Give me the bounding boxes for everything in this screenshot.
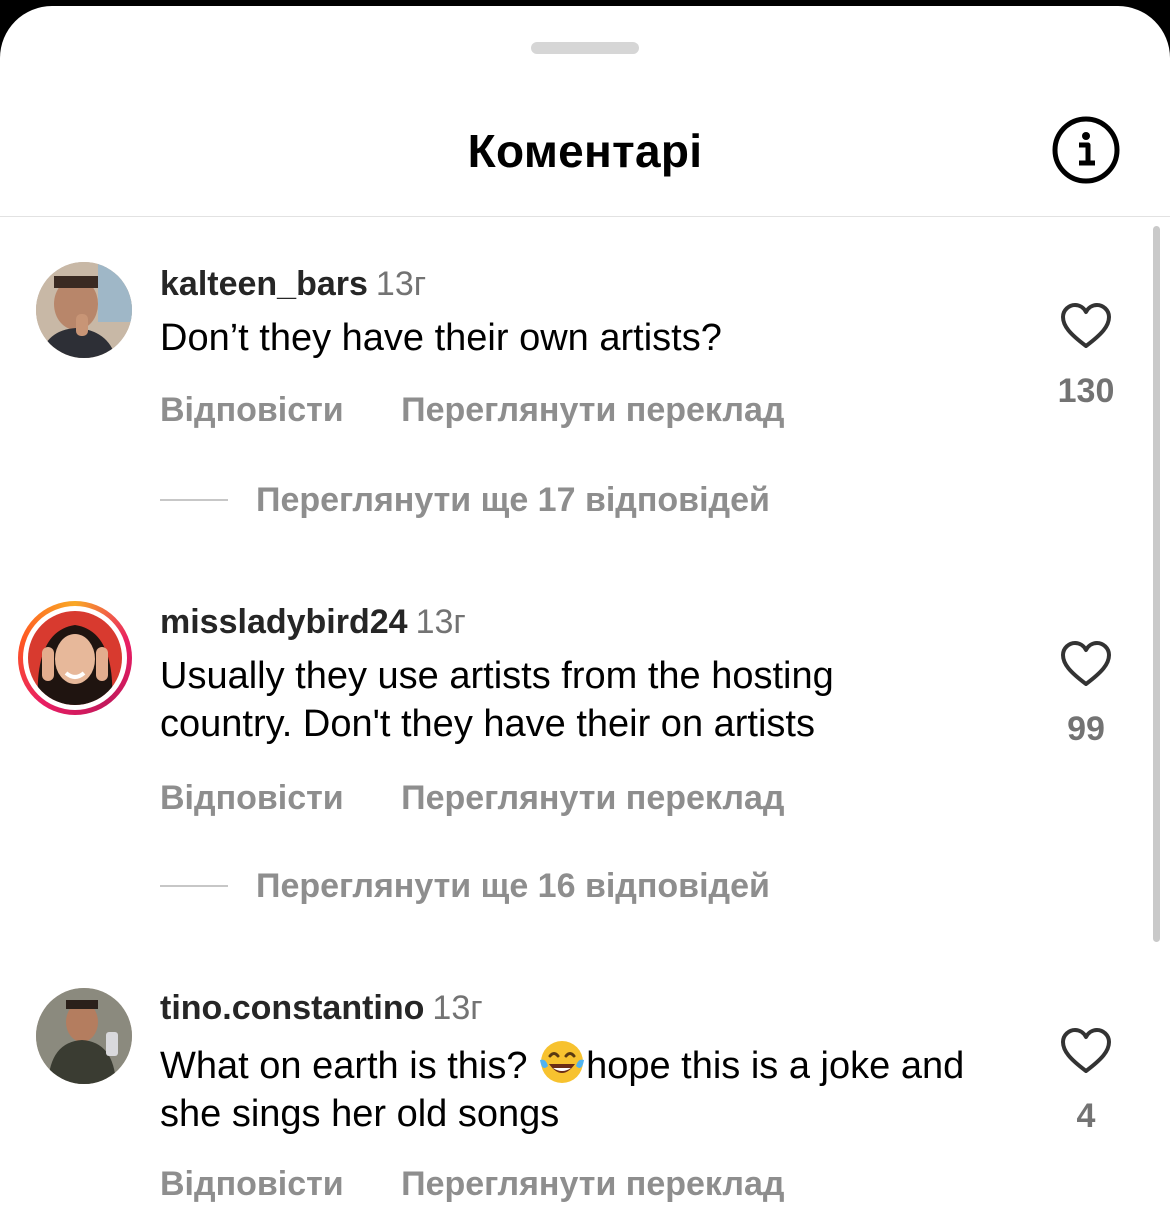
like-button[interactable]: 130 — [1048, 302, 1124, 411]
avatar[interactable] — [36, 988, 132, 1084]
view-replies-button[interactable]: Переглянути ще 16 відповідей — [160, 866, 770, 906]
reply-button[interactable]: Відповісти — [160, 779, 344, 817]
sheet-title: Коментарі — [467, 125, 703, 177]
username[interactable]: kalteen_bars — [160, 265, 368, 303]
avatar-photo — [36, 988, 132, 1084]
reply-button[interactable]: Відповісти — [160, 391, 344, 429]
translate-button[interactable]: Переглянути переклад — [401, 391, 784, 429]
comment-time: 13г — [432, 989, 483, 1027]
replies-line — [160, 885, 228, 887]
face-with-tears-of-joy-icon — [540, 1041, 585, 1083]
comment-actions: Відповісти Переглянути переклад — [160, 778, 832, 818]
comment-text: Don’t they have their own artists? — [160, 317, 722, 359]
drag-handle[interactable] — [531, 42, 639, 54]
comment-text-part: What on earth is this? — [160, 1045, 539, 1087]
like-button[interactable]: 99 — [1048, 640, 1124, 749]
scrollbar[interactable] — [1153, 226, 1160, 942]
comment-header: kalteen_bars 13г — [160, 264, 426, 304]
view-replies-button[interactable]: Переглянути ще 17 відповідей — [160, 480, 770, 520]
heart-icon — [1061, 1028, 1111, 1073]
username[interactable]: missladybird24 — [160, 603, 408, 641]
avatar[interactable] — [36, 262, 132, 358]
like-count: 4 — [1076, 1097, 1096, 1135]
like-count: 99 — [1067, 710, 1105, 748]
view-replies-label: Переглянути ще 16 відповідей — [256, 867, 770, 905]
reply-button[interactable]: Відповісти — [160, 1165, 344, 1203]
comment-time: 13г — [415, 603, 466, 641]
info-button[interactable] — [1050, 114, 1122, 186]
info-icon — [1052, 116, 1120, 184]
heart-icon — [1061, 641, 1111, 686]
like-button[interactable]: 4 — [1048, 1027, 1124, 1136]
comment-actions: Відповісти Переглянути переклад — [160, 390, 832, 430]
comment-text: Usually they use artists from the hostin… — [160, 655, 834, 745]
translate-button[interactable]: Переглянути переклад — [401, 779, 784, 817]
view-replies-label: Переглянути ще 17 відповідей — [256, 481, 770, 519]
replies-line — [160, 499, 228, 501]
avatar[interactable] — [18, 601, 132, 715]
avatar-photo — [28, 611, 122, 705]
comment-actions: Відповісти Переглянути переклад — [160, 1164, 832, 1204]
comment-text: What on earth is this? hope this is a jo… — [160, 1038, 1020, 1138]
avatar-photo — [36, 262, 132, 358]
heart-icon — [1061, 303, 1111, 348]
username[interactable]: tino.constantino — [160, 989, 424, 1027]
header-divider — [0, 216, 1170, 217]
comment-header: missladybird24 13г — [160, 602, 466, 642]
comment-header: tino.constantino 13г — [160, 988, 483, 1028]
comment-time: 13г — [375, 265, 427, 303]
translate-button[interactable]: Переглянути переклад — [401, 1165, 784, 1203]
like-count: 130 — [1057, 372, 1115, 410]
comments-sheet: Коментарі kalteen_bars 13г Don’t they hav… — [0, 6, 1170, 1213]
